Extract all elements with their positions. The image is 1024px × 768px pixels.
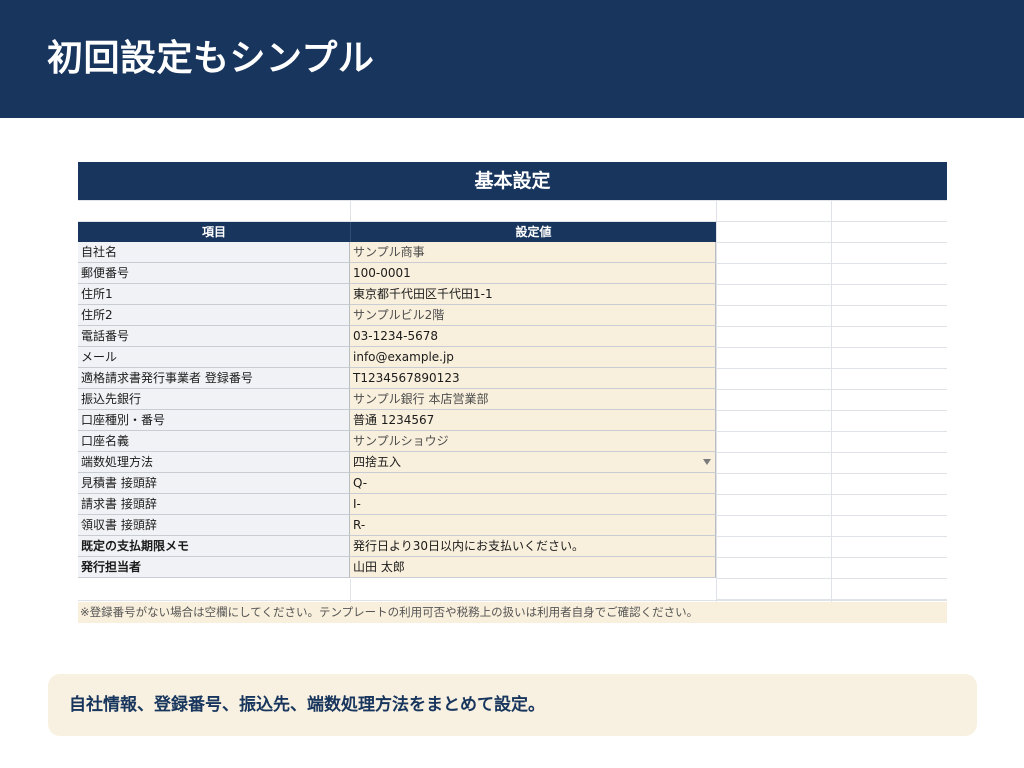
grid-line	[716, 536, 947, 537]
setting-row-payment-memo: 既定の支払期限メモ 発行日より30日以内にお支払いください。	[78, 536, 716, 557]
bank-input[interactable]: サンプル銀行 本店営業部	[350, 389, 716, 410]
grid-line	[716, 452, 947, 453]
row-label: 請求書 接頭辞	[78, 494, 350, 515]
row-label: メール	[78, 347, 350, 368]
grid-line	[716, 389, 947, 390]
page-title: 初回設定もシンプル	[47, 38, 375, 79]
issuer-input[interactable]: 山田 太郎	[350, 557, 716, 578]
feature-callout: 自社情報、登録番号、振込先、端数処理方法をまとめて設定。	[48, 674, 977, 736]
payment-memo-input[interactable]: 発行日より30日以内にお支払いください。	[350, 536, 716, 557]
row-label: 振込先銀行	[78, 389, 350, 410]
row-label: 領収書 接頭辞	[78, 515, 350, 536]
setting-row-address-1: 住所1 東京都千代田区千代田1-1	[78, 284, 716, 305]
rounding-method-value: 四捨五入	[353, 455, 402, 469]
grid-line	[831, 200, 832, 602]
row-label: 住所1	[78, 284, 350, 305]
setting-row-account-type-number: 口座種別・番号 普通 1234567	[78, 410, 716, 431]
setting-row-receipt-prefix: 領収書 接頭辞 R-	[78, 515, 716, 536]
row-label: 郵便番号	[78, 263, 350, 284]
row-label: 端数処理方法	[78, 452, 350, 473]
setting-row-registration-number: 適格請求書発行事業者 登録番号 T1234567890123	[78, 368, 716, 389]
grid-line	[716, 599, 947, 600]
grid-line	[716, 368, 947, 369]
column-header-item: 項目	[78, 222, 350, 242]
grid-line	[716, 200, 717, 602]
grid-line	[716, 410, 947, 411]
row-label: 既定の支払期限メモ	[78, 536, 350, 557]
row-label: 電話番号	[78, 326, 350, 347]
setting-row-address-2: 住所2 サンプルビル2階	[78, 305, 716, 326]
phone-input[interactable]: 03-1234-5678	[350, 326, 716, 347]
grid-line	[78, 200, 947, 201]
header-banner: 初回設定もシンプル	[0, 0, 1024, 118]
row-label: 自社名	[78, 242, 350, 263]
grid-line	[716, 473, 947, 474]
setting-row-email: メール info@example.jp	[78, 347, 716, 368]
setting-row-postal-code: 郵便番号 100-0001	[78, 263, 716, 284]
address-2-input[interactable]: サンプルビル2階	[350, 305, 716, 326]
sheet-note: ※登録番号がない場合は空欄にしてください。テンプレートの利用可否や税務上の扱いは…	[78, 602, 947, 623]
receipt-prefix-input[interactable]: R-	[350, 515, 716, 536]
postal-code-input[interactable]: 100-0001	[350, 263, 716, 284]
account-number-input[interactable]: 普通 1234567	[350, 410, 716, 431]
setting-row-quote-prefix: 見積書 接頭辞 Q-	[78, 473, 716, 494]
setting-row-rounding-method: 端数処理方法 四捨五入	[78, 452, 716, 473]
column-header-value: 設定値	[350, 222, 716, 242]
grid-line	[350, 579, 351, 602]
setting-row-company-name: 自社名 サンプル商事	[78, 242, 716, 263]
email-input[interactable]: info@example.jp	[350, 347, 716, 368]
setting-row-invoice-prefix: 請求書 接頭辞 I-	[78, 494, 716, 515]
quote-prefix-input[interactable]: Q-	[350, 473, 716, 494]
settings-sheet: 基本設定 項目 設定値 自社名 サンプル商事 郵便番号 100-0001 住所1…	[78, 162, 947, 623]
registration-number-input[interactable]: T1234567890123	[350, 368, 716, 389]
row-label: 口座種別・番号	[78, 410, 350, 431]
setting-row-bank: 振込先銀行 サンプル銀行 本店営業部	[78, 389, 716, 410]
chevron-down-icon[interactable]	[703, 459, 711, 465]
grid-line	[716, 326, 947, 327]
grid-line	[716, 242, 947, 243]
row-label: 見積書 接頭辞	[78, 473, 350, 494]
grid-line	[716, 284, 947, 285]
grid-line	[716, 263, 947, 264]
callout-text: 自社情報、登録番号、振込先、端数処理方法をまとめて設定。	[69, 695, 545, 715]
row-label: 適格請求書発行事業者 登録番号	[78, 368, 350, 389]
row-label: 住所2	[78, 305, 350, 326]
company-name-input[interactable]: サンプル商事	[350, 242, 716, 263]
grid-line	[716, 494, 947, 495]
row-label: 発行担当者	[78, 557, 350, 578]
grid-line	[716, 578, 947, 579]
grid-line	[716, 305, 947, 306]
grid-line	[78, 600, 947, 601]
sheet-title: 基本設定	[78, 162, 947, 200]
address-1-input[interactable]: 東京都千代田区千代田1-1	[350, 284, 716, 305]
grid-line	[350, 200, 351, 222]
setting-row-phone: 電話番号 03-1234-5678	[78, 326, 716, 347]
rounding-method-select[interactable]: 四捨五入	[350, 452, 716, 473]
invoice-prefix-input[interactable]: I-	[350, 494, 716, 515]
grid-line	[716, 557, 947, 558]
grid-line	[716, 347, 947, 348]
account-holder-input[interactable]: サンプルショウジ	[350, 431, 716, 452]
grid-line	[716, 515, 947, 516]
row-label: 口座名義	[78, 431, 350, 452]
setting-row-account-holder: 口座名義 サンプルショウジ	[78, 431, 716, 452]
setting-row-issuer: 発行担当者 山田 太郎	[78, 557, 716, 578]
grid-line	[716, 431, 947, 432]
